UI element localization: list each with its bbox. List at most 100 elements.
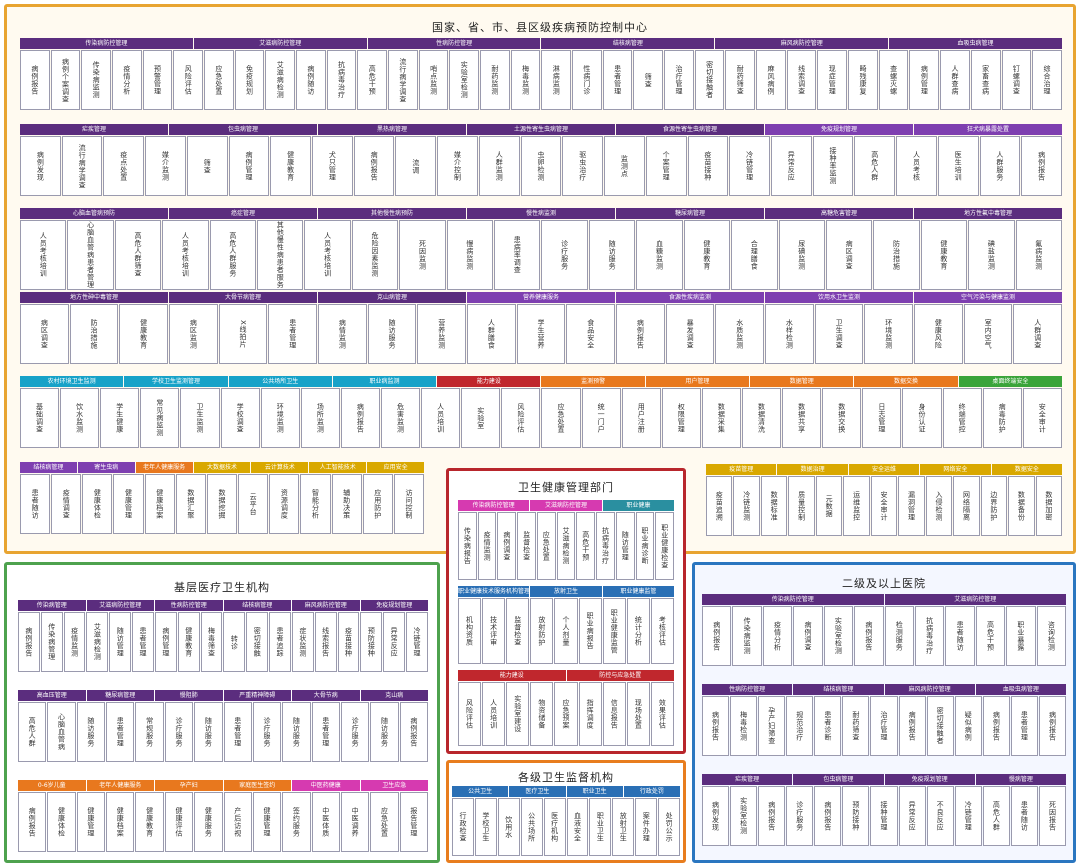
function-cell-label: 高危人群筛查 [134,232,143,278]
function-cell: 资源调度 [269,474,300,534]
function-cell-label: 随访服务 [292,717,301,747]
function-cell: 权限管理 [661,388,701,448]
function-cell: 诊疗服务 [164,702,194,762]
function-cell-label: 数据标准 [770,491,779,521]
band-dept-infectious: 传染病防控管理 艾滋病防控管理 职业健康 传染病报告 疫情监测 病例调查 监督检查 应急处置 艾… [458,500,675,580]
function-cell-label: 职业暴露 [1016,621,1025,651]
category-header: 监测预警 [541,376,645,387]
function-cell-row: 病例报告 传染病监测 疫情分析 病例调查 实验室检测 病例报告 检测服务 抗病毒治疗 患者随访 高… [702,606,1067,666]
function-cell-label: 访问控制 [404,489,413,519]
function-cell-row: 病例发现 实验室检测 病例报告 诊疗服务 病例报告 预防接种 接种管理 异常反应 不良反应 冷链管… [702,786,1067,846]
function-cell-label: 网络隔离 [962,491,971,521]
function-cell-label: 应急处置 [542,531,551,561]
function-cell: 人员考核培训 [162,220,209,290]
function-cell-label: 健康教育 [184,627,193,657]
category-header: 数据管理 [750,376,854,387]
function-cell: 应用防护 [362,474,393,534]
function-cell-label: 疫情监测 [70,627,79,657]
function-cell-label: 健康教育 [286,151,295,181]
function-cell: 监督检查 [517,512,536,580]
function-cell-label: 病例报告 [992,711,1001,741]
category-header: 公共卫生 [452,786,509,797]
function-cell-label: 犬只管理 [328,151,337,181]
function-cell-label: 碘盐监测 [987,239,996,270]
function-cell-label: 技术评审 [489,616,498,646]
function-cell: 传染病报告 [458,512,477,580]
category-header: 传染病管理 [18,600,86,611]
function-cell-label: 健康教育 [139,319,148,349]
function-cell-label: 人员考核培训 [323,232,332,278]
function-cell-label: 其他慢性病患者服务 [276,221,285,289]
function-cell: 行政检查 [452,798,474,856]
function-cell-label: 梅毒监测 [521,65,530,95]
function-cell-label: 考核评估 [658,616,667,646]
category-header: 艾滋病防控管理 [86,600,154,611]
category-header: 癌症管理 [169,208,317,219]
function-cell-label: 公共场所 [527,812,536,842]
function-cell-label: 病例报告 [1037,151,1046,181]
category-header: 食源性疾病监测 [616,292,764,303]
function-cell: 常规服务 [135,702,164,762]
function-cell: 麻风病例 [756,50,786,110]
function-cell: 诊疗服务 [541,220,588,290]
category-header-row: 高血压管理 糖尿病管理 慢阻肺 严重精神障碍 大骨节病 克山病 [18,690,428,701]
function-cell-label: 患者管理 [233,717,242,747]
function-cell-label: 艾滋病检测 [93,623,102,661]
function-cell-label: 抗病毒治疗 [925,617,934,655]
function-cell-label: 诊疗服务 [351,717,360,747]
function-cell-label: 传染病监测 [743,617,752,655]
function-cell: 耐药筛查 [842,696,870,756]
function-cell: 职业病诊断 [635,512,655,580]
function-cell-label: 死因报告 [1048,801,1057,831]
function-cell-label: 治疗管理 [674,65,683,95]
function-cell: 防治措施 [69,304,119,364]
function-cell-label: 产后访视 [233,807,242,837]
function-cell: 冷链管理 [954,786,982,846]
category-header: 饮用水卫生监测 [765,292,913,303]
function-cell: 人群监测 [478,136,520,196]
function-cell-label: 麻风病例 [766,65,775,95]
function-cell: 健康教育 [119,304,169,364]
function-cell: 死因监测 [399,220,446,290]
function-cell-label: 健康教育 [702,239,711,270]
function-cell: 应急处置 [541,388,581,448]
function-cell-label: 质量控制 [797,491,806,521]
category-header-row: 地方性砷中毒管理 大骨节病管理 克山病管理 营养健康服务 食源性疾病监测 饮用水卫生监测空… [20,292,1062,303]
category-header: 老年人健康服务 [135,462,193,473]
category-header: 艾滋病防控管理 [193,38,367,49]
function-cell: 冷链管理 [729,136,770,196]
function-cell-label: 随访服务 [86,717,95,747]
function-cell: 接种管理 [870,786,898,846]
category-header: 严重精神障碍 [223,690,291,701]
function-cell-label: 患者管理 [613,65,622,95]
function-cell-label: 驱虫治疗 [578,151,587,181]
category-header: 学校卫生监测管理 [124,376,228,387]
function-cell-label: 人群服务 [995,151,1004,181]
function-cell: 中医体质 [311,792,340,852]
function-cell-label: 防治措施 [892,239,901,270]
function-cell-label: 患者管理 [288,319,297,349]
function-cell: 患者管理 [1010,696,1038,756]
function-cell: 疫点处置 [103,136,145,196]
function-cell: 综合治理 [1032,50,1062,110]
function-cell: 水质监测 [715,304,765,364]
category-header: 云计算技术 [251,462,309,473]
category-header: 食源性寄生虫病管理 [616,124,764,135]
category-header: 空气污染与健康监测 [914,292,1062,303]
function-cell-label: 患者管理 [139,627,148,657]
function-cell-label: 患病率调查 [513,236,522,274]
category-header: 放射卫生 [530,586,602,597]
function-cell: 密切接触者 [926,696,954,756]
category-header-row: 心脑血管病预防 癌症管理 其他慢性病预防 慢性病监测 糖尿病管理 高糖危害管理 地方性氟中毒… [20,208,1062,219]
function-cell-label: 筛查 [644,72,653,88]
function-cell: 疫苗追溯 [706,476,733,536]
function-cell-label: 健康体检 [57,807,66,837]
category-header: 艾滋病防控管理 [530,500,602,511]
function-cell: 氟病监测 [1015,220,1062,290]
function-cell: 病例个案调查 [50,50,81,110]
function-cell: 放射卫生 [612,798,635,856]
function-cell: 环境监测 [864,304,914,364]
function-cell: 传染病管理 [40,612,63,672]
category-header-row: 结核病管理 寄生虫病 老年人健康服务 大数据技术 云计算技术 人工智能技术 应用安全 [20,462,425,473]
band-grassroots-services: 0-6岁儿童 老年人健康服务 孕产妇 家庭医生签约 中医药健康 卫生应急 病例报告 健康体检 健… [18,780,429,852]
